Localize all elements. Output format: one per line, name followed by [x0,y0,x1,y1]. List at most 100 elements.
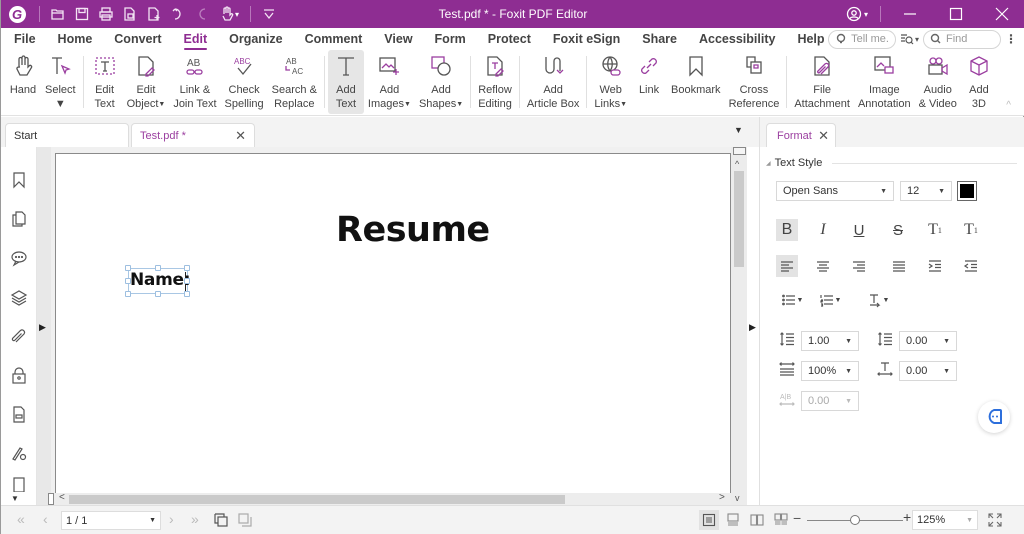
resize-handle[interactable] [184,291,190,297]
scroll-right-button[interactable]: > [719,492,725,503]
align-right-button[interactable] [848,255,870,277]
new-document-button[interactable] [142,0,166,28]
add-images-button[interactable]: Add Images▼ [364,50,415,114]
zoom-out-button[interactable]: − [793,510,801,526]
menu-share[interactable]: Share [629,28,686,50]
page-number-input[interactable]: 1 / 1 ▼ [61,511,161,530]
menu-foxit-esign[interactable]: Foxit eSign [540,28,629,50]
more-panels-button[interactable] [1,472,37,492]
resize-handle[interactable] [125,291,131,297]
continuous-view-button[interactable] [723,510,743,530]
add-article-box-button[interactable]: Add Article Box [523,50,584,114]
justify-button[interactable] [888,255,910,277]
web-links-button[interactable]: Web Links▼ [590,50,631,114]
account-button[interactable]: ▾ [846,6,868,22]
text-box-content[interactable]: Name: [130,270,191,290]
security-panel-button[interactable] [1,355,37,394]
zoom-level-select[interactable]: 125% ▼ [912,510,978,530]
continuous-facing-view-button[interactable] [771,510,791,530]
paragraph-spacing-select[interactable]: 0.00 ▼ [899,331,957,351]
scroll-left-button[interactable]: < [59,492,65,503]
redo-button[interactable] [190,0,214,28]
reflow-editing-button[interactable]: Reflow Editing [474,50,516,114]
attachments-panel-button[interactable] [1,316,37,355]
numbered-list-button[interactable]: ▼ [816,289,844,311]
create-from-file-button[interactable] [118,0,142,28]
layers-panel-button[interactable] [1,277,37,316]
foxit-logo[interactable]: G [1,0,33,28]
subscript-button[interactable]: T1 [960,219,982,241]
pages-panel-button[interactable] [1,199,37,238]
menu-protect[interactable]: Protect [475,28,540,50]
close-panel-icon[interactable]: ✕ [818,128,829,144]
find-input[interactable]: Find [923,29,1001,49]
select-button[interactable]: Select ▼ [41,50,80,114]
edit-text-button[interactable]: Edit Text [87,50,123,114]
search-options-button[interactable]: ▾ [900,32,919,46]
increase-indent-button[interactable] [924,255,946,277]
facing-view-button[interactable] [747,510,767,530]
vertical-scroll-thumb[interactable] [734,171,744,267]
resize-handle[interactable] [184,265,190,271]
ai-assistant-button[interactable] [978,401,1010,433]
menu-organize[interactable]: Organize [216,28,292,50]
scroll-down-button[interactable]: v [735,493,740,503]
minimize-button[interactable] [887,0,933,28]
bold-button[interactable]: B [776,219,798,241]
hand-button[interactable]: Hand [5,50,41,114]
pdf-page[interactable]: Resume Name: [55,153,731,495]
next-page-button[interactable]: › [169,511,174,527]
bookmarks-panel-button[interactable] [1,160,37,199]
menu-comment[interactable]: Comment [292,28,372,50]
bullet-list-button[interactable]: ▼ [778,289,806,311]
resize-handle[interactable] [155,291,161,297]
last-page-button[interactable]: » [191,511,199,527]
underline-button[interactable]: U [848,219,870,241]
tab-list-dropdown[interactable]: ▼ [734,125,743,135]
edit-object-button[interactable]: Edit Object▼ [123,50,170,114]
check-spelling-button[interactable]: ABC Check Spelling [221,50,268,114]
menu-convert[interactable]: Convert [101,28,170,50]
close-tab-icon[interactable]: ✕ [235,128,246,144]
italic-button[interactable]: I [812,219,834,241]
previous-view-button[interactable] [213,512,229,528]
file-attachment-button[interactable]: File Attachment [790,50,854,114]
line-spacing-select[interactable]: 1.00 ▼ [801,331,859,351]
text-direction-button[interactable]: ▼ [864,289,892,311]
signatures-panel-button[interactable] [1,433,37,472]
tell-me-input[interactable]: Tell me. [828,29,896,49]
single-page-view-button[interactable] [699,510,719,530]
tab-start[interactable]: Start [5,123,129,147]
next-view-button[interactable] [237,512,253,528]
add-3d-button[interactable]: Add 3D [961,50,997,114]
strikethrough-button[interactable]: S [887,219,909,241]
split-view-handle[interactable] [733,147,746,155]
align-center-button[interactable] [812,255,834,277]
font-color-picker[interactable] [957,181,977,201]
text-style-section-header[interactable]: ◢ Text Style [766,157,1017,169]
expand-right-panel-button[interactable]: ▶ [749,322,756,333]
image-annotation-button[interactable]: Image Annotation [854,50,915,114]
tab-test-pdf[interactable]: Test.pdf * ✕ [131,123,255,147]
comments-panel-button[interactable] [1,238,37,277]
menu-home[interactable]: Home [45,28,102,50]
hand-tool-button[interactable]: ▾ [214,0,244,28]
bookmark-button[interactable]: Bookmark [667,50,725,114]
vertical-scrollbar[interactable]: ^ v [731,147,747,505]
cross-reference-button[interactable]: Cross Reference [725,50,784,114]
decrease-indent-button[interactable] [960,255,982,277]
search-replace-button[interactable]: AB AC Search & Replace [268,50,321,114]
menu-form[interactable]: Form [422,28,475,50]
save-button[interactable] [70,0,94,28]
add-shapes-button[interactable]: Add Shapes▼ [415,50,467,114]
audio-video-button[interactable]: Audio & Video [915,50,961,114]
menu-accessibility[interactable]: Accessibility [686,28,784,50]
horizontal-scale-select[interactable]: 100% ▼ [801,361,859,381]
word-spacing-select[interactable]: 0.00 ▼ [801,391,859,411]
horizontal-scrollbar[interactable]: < > [48,492,731,505]
active-text-box[interactable]: Name: [125,265,191,297]
link-join-text-button[interactable]: AB Link & Join Text [169,50,220,114]
document-heading[interactable]: Resume [336,210,490,250]
first-page-button[interactable]: « [17,511,25,527]
close-button[interactable] [979,0,1024,28]
